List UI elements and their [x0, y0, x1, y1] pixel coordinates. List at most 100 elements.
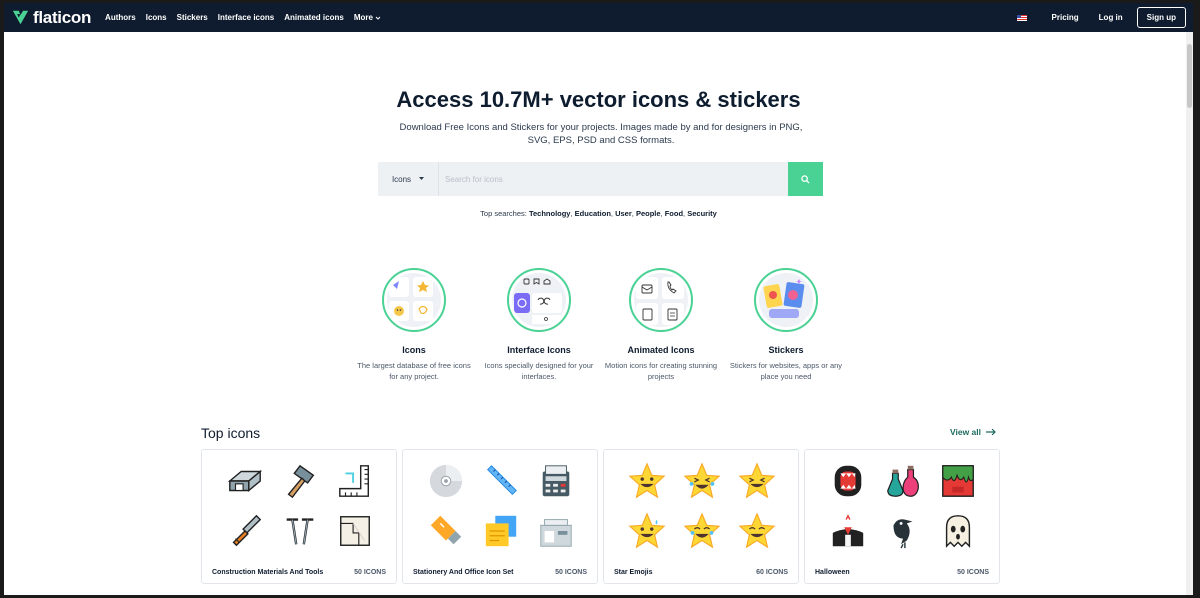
us-flag-icon[interactable]	[1016, 14, 1027, 21]
brand-name: flaticon	[33, 7, 92, 27]
icon-pack-preview	[821, 456, 985, 556]
category-icons: Icons The largest database of free icons…	[354, 268, 474, 382]
nails-icon	[286, 518, 314, 545]
icon-pack-card[interactable]: Stationery And Office Icon Set 50 ICONS	[402, 449, 598, 584]
icon-pack-count: 50 ICONS	[957, 569, 989, 576]
icons-preview-icon	[389, 277, 433, 321]
steel-beam-icon	[228, 469, 263, 493]
signup-button[interactable]: Sign up	[1136, 7, 1186, 28]
monster-mouth-icon	[835, 465, 862, 497]
top-search-link[interactable]: Security	[687, 209, 717, 218]
dracula-icon	[833, 514, 864, 547]
sticky-notes-icon	[485, 515, 517, 547]
photocopier-icon	[539, 519, 572, 547]
stickers-preview-icon	[763, 279, 805, 318]
icon-pack-name: Stationery And Office Icon Set	[413, 569, 514, 576]
star-sweat-icon	[628, 512, 666, 549]
category-animated-title[interactable]: Animated Icons	[601, 345, 721, 355]
flaticon-logo-icon	[12, 10, 29, 25]
search-type-select[interactable]: Icons	[378, 162, 439, 196]
view-all-label: View all	[949, 427, 981, 437]
top-search-link[interactable]: Food	[665, 209, 683, 218]
nav-links: Authors Icons Stickers Interface icons A…	[105, 13, 381, 22]
caret-down-icon	[419, 177, 425, 180]
star-squint-icon	[738, 462, 776, 499]
category-interface-desc: Icons specially designed for your interf…	[484, 361, 594, 381]
category-stickers-thumbnail[interactable]	[754, 268, 818, 332]
chisel-icon	[232, 514, 262, 547]
top-search-link[interactable]: Education	[575, 209, 611, 218]
top-search-link[interactable]: People	[636, 209, 661, 218]
search-bar: Icons	[378, 162, 823, 196]
arrow-right-icon	[986, 428, 996, 436]
icon-pack-name: Halloween	[815, 569, 850, 576]
nav-link-more-label: More	[353, 13, 373, 22]
icon-pack-preview	[419, 456, 583, 556]
nav-link-interface-icons[interactable]: Interface icons	[218, 13, 274, 22]
potion-bottles-icon	[887, 465, 919, 497]
star-grin-icon	[628, 462, 666, 499]
category-interface-icons: Interface Icons Icons specially designed…	[479, 268, 599, 382]
view-all-link[interactable]: View all	[950, 427, 996, 437]
category-interface-thumbnail[interactable]	[507, 268, 571, 332]
login-link[interactable]: Log in	[1099, 13, 1123, 22]
star-laugh-icon	[683, 462, 721, 499]
top-nav: flaticon Authors Icons Stickers Interfac…	[4, 3, 1193, 32]
usb-drive-icon	[431, 515, 462, 545]
category-stickers-title[interactable]: Stickers	[726, 345, 846, 355]
category-animated-thumbnail[interactable]	[629, 268, 693, 332]
search-icon	[801, 174, 810, 184]
ghost-icon	[945, 515, 970, 548]
scrollbar-thumb[interactable]	[1187, 44, 1192, 108]
icon-pack-card[interactable]: Star Emojis 60 ICONS	[603, 449, 799, 584]
top-search-link[interactable]: Technology	[529, 209, 571, 218]
icon-pack-card[interactable]: Halloween 50 ICONS	[804, 449, 1000, 584]
icon-pack-preview	[218, 456, 382, 556]
category-interface-title[interactable]: Interface Icons	[479, 345, 599, 355]
top-icons-title: Top icons	[201, 425, 261, 441]
icon-pack-name: Star Emojis	[614, 569, 653, 576]
crow-icon	[893, 519, 913, 549]
nav-link-more[interactable]: More	[354, 13, 381, 22]
icon-pack-count: 60 ICONS	[756, 569, 788, 576]
nav-link-icons[interactable]: Icons	[146, 13, 167, 22]
pricing-link[interactable]: Pricing	[1052, 13, 1079, 22]
sledgehammer-icon	[287, 464, 315, 499]
hero-subtitle: Download Free Icons and Stickers for you…	[399, 122, 803, 146]
chevron-down-icon	[375, 16, 381, 20]
search-input[interactable]	[439, 162, 788, 196]
nav-link-stickers[interactable]: Stickers	[177, 13, 208, 22]
square-ruler-icon	[338, 465, 369, 497]
icon-pack-preview	[620, 456, 784, 556]
icon-pack-card[interactable]: Construction Materials And Tools 50 ICON…	[201, 449, 397, 584]
category-animated-icons: Animated Icons Motion icons for creating…	[601, 268, 721, 382]
nav-right: Pricing Log in Sign up	[1016, 3, 1186, 32]
category-stickers-desc: Stickers for websites, apps or any place…	[729, 361, 843, 381]
page-scrollbar[interactable]	[1186, 32, 1193, 595]
star-tears-icon	[683, 512, 721, 549]
icon-pack-count: 50 ICONS	[555, 569, 587, 576]
animated-preview-icon	[636, 277, 684, 325]
ruler-icon	[487, 465, 517, 495]
top-searches: Top searches: Technology, Education, Use…	[480, 209, 717, 218]
nav-link-authors[interactable]: Authors	[105, 13, 136, 22]
cd-disc-icon	[430, 464, 463, 498]
category-icons-title[interactable]: Icons	[354, 345, 474, 355]
nav-link-animated-icons[interactable]: Animated icons	[284, 13, 344, 22]
icon-pack-name: Construction Materials And Tools	[212, 569, 324, 576]
category-icons-desc: The largest database of free icons for a…	[357, 361, 471, 381]
category-animated-desc: Motion icons for creating stunning proje…	[604, 361, 718, 381]
interface-preview-icon	[514, 278, 562, 324]
category-icons-thumbnail[interactable]	[382, 268, 446, 332]
page: flaticon Authors Icons Stickers Interfac…	[4, 3, 1193, 595]
drywall-icon	[339, 516, 370, 546]
logo[interactable]: flaticon	[12, 8, 91, 28]
search-type-label: Icons	[391, 174, 412, 184]
search-button[interactable]	[788, 162, 823, 196]
hero-title: Access 10.7M+ vector icons & stickers	[396, 87, 801, 112]
star-smile-icon	[738, 512, 776, 549]
category-stickers: Stickers Stickers for websites, apps or …	[726, 268, 846, 382]
top-search-link[interactable]: User	[615, 209, 632, 218]
top-searches-label: Top searches:	[480, 209, 527, 218]
calculator-icon	[542, 465, 569, 497]
